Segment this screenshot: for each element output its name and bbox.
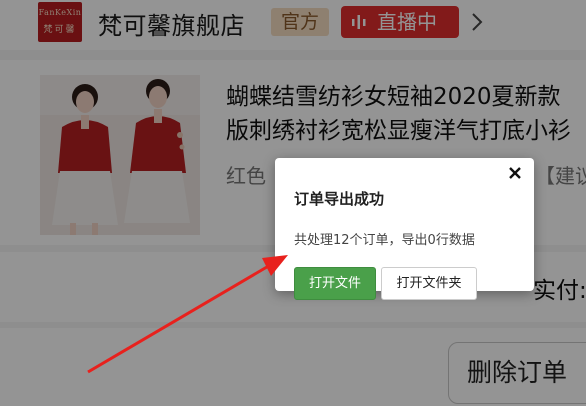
- close-icon[interactable]: [507, 165, 523, 181]
- dialog-title: 订单导出成功: [294, 190, 385, 208]
- open-folder-button[interactable]: 打开文件夹: [381, 267, 477, 300]
- export-success-dialog: 订单导出成功 共处理12个订单，导出0行数据 打开文件 打开文件夹: [275, 158, 534, 300]
- dialog-message: 共处理12个订单，导出0行数据: [294, 233, 475, 248]
- open-file-button[interactable]: 打开文件: [294, 267, 376, 300]
